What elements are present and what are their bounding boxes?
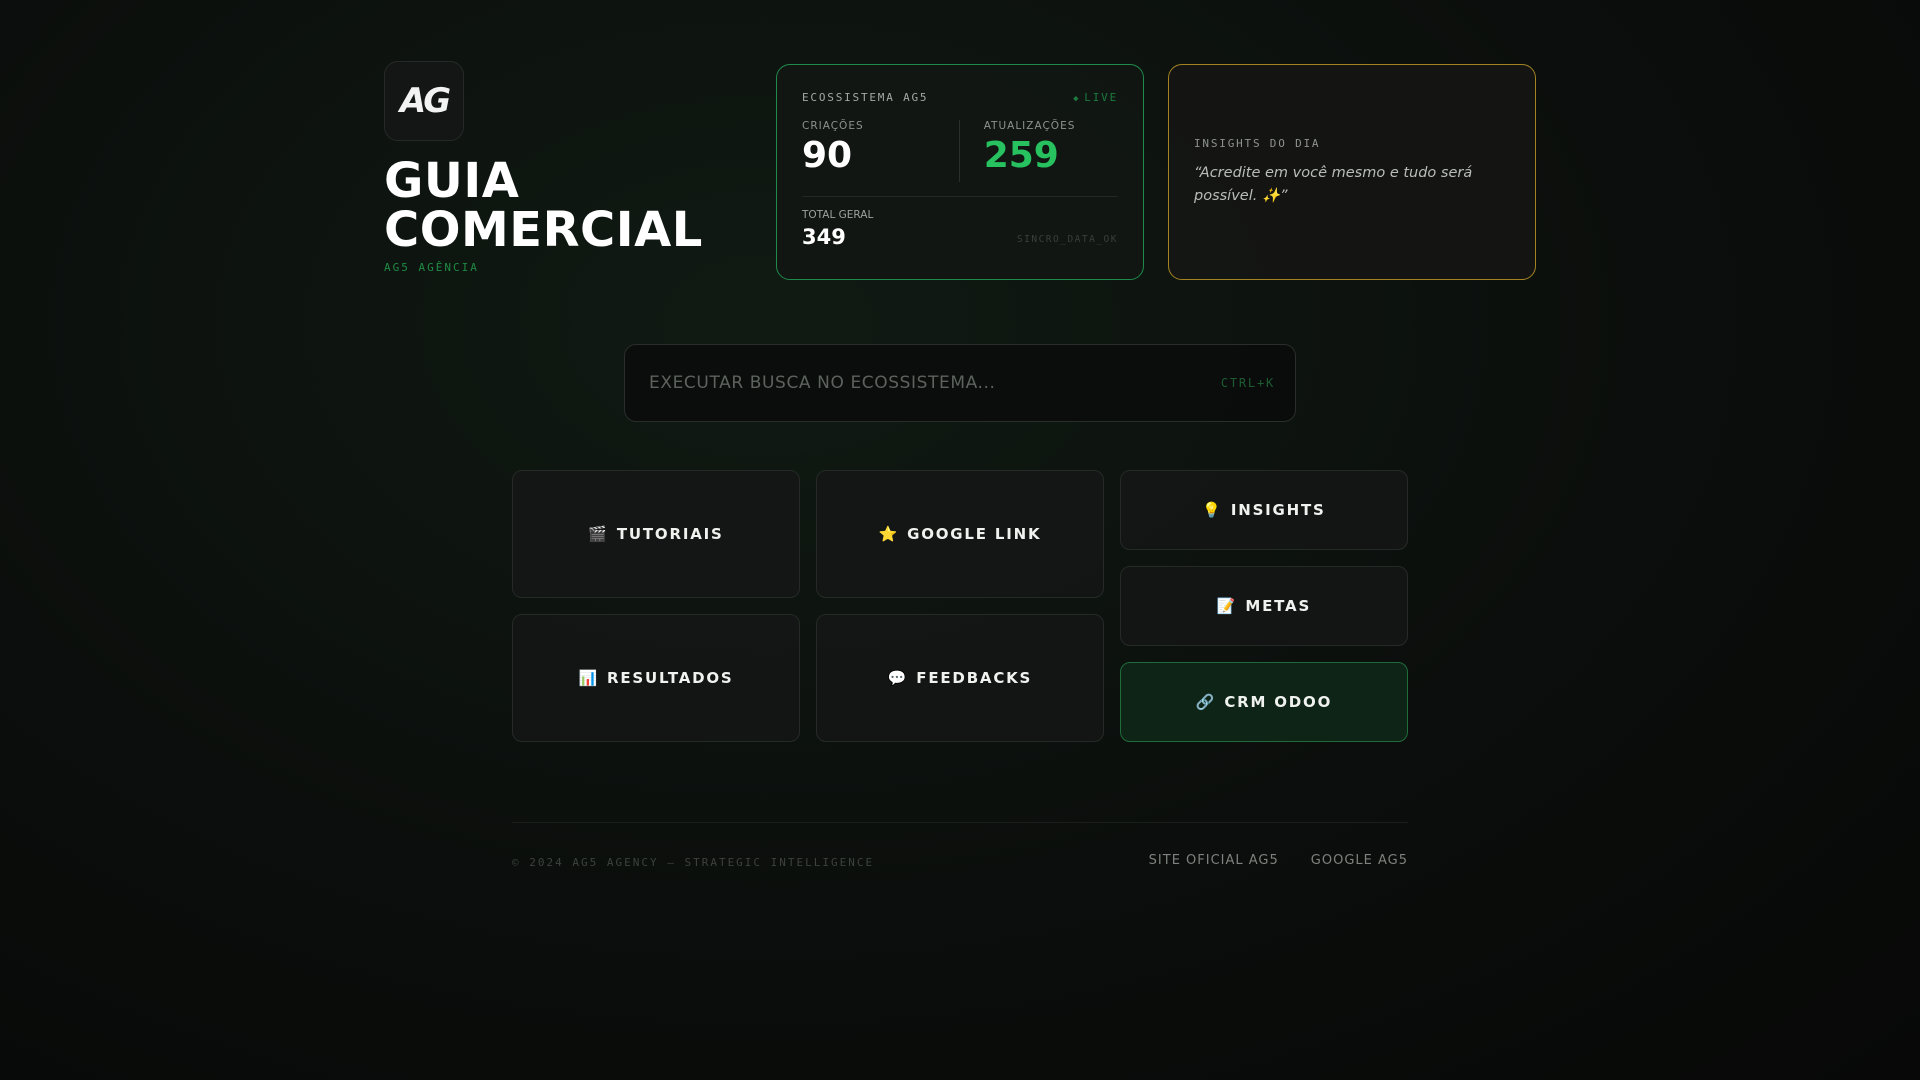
page-title-line2: COMERCIAL (384, 202, 703, 258)
stats-title: ECOSSISTEMA AG5 (802, 91, 929, 104)
insights-card: INSIGHTS DO DIA “Acredite em você mesmo … (1168, 64, 1536, 280)
stat-total-value: 349 (802, 225, 846, 249)
page-title-line1: GUIA (384, 153, 520, 209)
bar-chart-icon: 📊 (578, 669, 599, 687)
tile-label: INSIGHTS (1230, 501, 1326, 519)
speech-bubble-icon: 💬 (887, 669, 909, 687)
footer-link-site-oficial[interactable]: SITE OFICIAL AG5 (1149, 853, 1279, 868)
stat-updates-value: 259 (983, 135, 1059, 176)
stats-row: CRIAÇÕES 90 ATUALIZAÇÕES 259 (802, 120, 1118, 182)
page: AG GUIA COMERCIAL AG5 AGÊNCIA ECOSSISTEM… (0, 0, 1920, 1080)
stat-creations: CRIAÇÕES 90 (802, 120, 959, 182)
stat-creations-value: 90 (802, 135, 853, 176)
tile-crm-odoo[interactable]: 🔗 CRM ODOO (1120, 662, 1408, 742)
stat-updates: ATUALIZAÇÕES 259 (958, 120, 1118, 182)
brand-subtitle: AG5 AGÊNCIA (384, 261, 479, 274)
stat-total-group: TOTAL GERAL 349 (802, 209, 873, 249)
stat-creations-label: CRIAÇÕES (802, 120, 864, 132)
footer-links: SITE OFICIAL AG5 GOOGLE AG5 (1149, 853, 1408, 868)
live-label: LIVE (1084, 91, 1118, 104)
insights-title: INSIGHTS DO DIA (1194, 137, 1321, 150)
lightbulb-icon: 💡 (1202, 501, 1223, 519)
tile-label: FEEDBACKS (916, 669, 1033, 687)
search-bar[interactable]: CTRL+K (624, 344, 1296, 422)
clapperboard-icon: 🎬 (588, 525, 609, 543)
brand-block: AG GUIA COMERCIAL AG5 AGÊNCIA (384, 61, 703, 274)
tile-label: METAS (1245, 597, 1312, 615)
stats-card: ECOSSISTEMA AG5 ◆ LIVE CRIAÇÕES 90 ATUALI… (776, 64, 1144, 280)
footer-divider (512, 822, 1408, 823)
tile-label: GOOGLE LINK (907, 525, 1042, 543)
memo-icon: 📝 (1216, 597, 1238, 615)
insights-quote: “Acredite em você mesmo e tudo será poss… (1194, 165, 1473, 204)
tile-tutoriais[interactable]: 🎬 TUTORIAIS (512, 470, 800, 598)
logo-text: AG (399, 81, 451, 121)
tile-feedbacks[interactable]: 💬 FEEDBACKS (816, 614, 1104, 742)
tile-insights[interactable]: 💡 INSIGHTS (1120, 470, 1408, 550)
stat-total: TOTAL GERAL 349 SINCRO_DATA_OK (802, 209, 1118, 249)
tile-google-link[interactable]: ⭐ GOOGLE LINK (816, 470, 1104, 598)
tile-label: RESULTADOS (606, 669, 734, 687)
stat-updates-label: ATUALIZAÇÕES (983, 120, 1076, 132)
tile-label: TUTORIAIS (616, 525, 724, 543)
logo[interactable]: AG (384, 61, 464, 141)
page-title: GUIA COMERCIAL (384, 157, 703, 255)
link-icon: 🔗 (1195, 693, 1217, 711)
stat-total-label: TOTAL GERAL (802, 209, 874, 221)
footer-copyright: © 2024 AG5 AGENCY — STRATEGIC INTELLIGEN… (512, 856, 875, 869)
footer-link-google[interactable]: GOOGLE AG5 (1311, 853, 1408, 868)
stats-header: ECOSSISTEMA AG5 ◆ LIVE (802, 91, 1118, 104)
live-indicator: ◆ LIVE (1073, 91, 1118, 104)
search-shortcut: CTRL+K (1220, 376, 1275, 390)
tile-metas[interactable]: 📝 METAS (1120, 566, 1408, 646)
star-icon: ⭐ (878, 525, 900, 543)
sync-status: SINCRO_DATA_OK (1016, 234, 1118, 245)
tile-label: CRM ODOO (1224, 693, 1333, 711)
stats-divider (802, 196, 1118, 197)
search-input[interactable] (649, 373, 1169, 393)
live-dot-icon: ◆ (1073, 94, 1081, 104)
tile-resultados[interactable]: 📊 RESULTADOS (512, 614, 800, 742)
